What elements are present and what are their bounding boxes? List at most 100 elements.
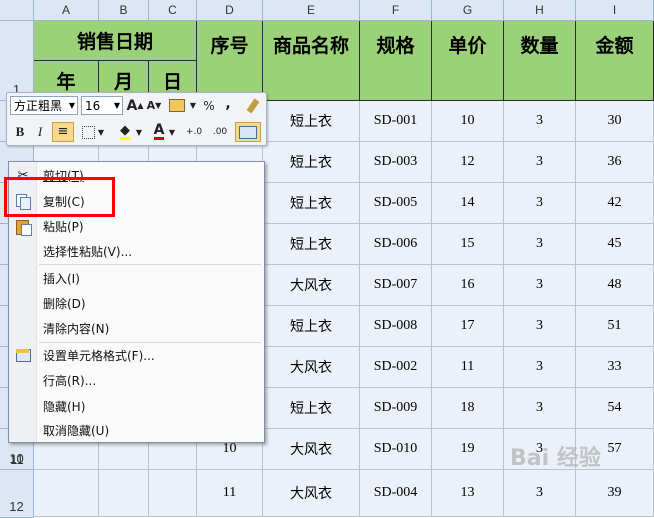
format-painter-button[interactable] [243,96,263,115]
cell-spec[interactable]: SD-007 [360,265,432,306]
percent-button[interactable]: % [200,96,218,115]
align-center-button[interactable]: ≡ [52,122,74,142]
cell-spec[interactable]: SD-005 [360,183,432,224]
menu-item-hide[interactable]: 隐藏(H) [9,394,264,418]
font-name-select[interactable]: 方正粗黑 ▼ [10,96,78,115]
header-qty[interactable]: 数量 [504,21,576,101]
menu-item-insert[interactable]: 插入(I) [9,266,264,290]
comma-button[interactable]: , [221,94,235,113]
menu-item-paste-special[interactable]: 选择性粘贴(V)... [9,239,264,263]
cell-qty[interactable]: 3 [504,224,576,265]
column-header-b[interactable]: B [99,0,149,21]
cell-product[interactable]: 短上衣 [263,224,360,265]
column-header-d[interactable]: D [197,0,263,21]
row-header-1[interactable]: 1 [0,21,34,101]
cell-qty[interactable]: 3 [504,183,576,224]
cell-amount[interactable]: 48 [576,265,654,306]
cell-qty[interactable]: 3 [504,470,576,517]
cell-qty[interactable]: 3 [504,101,576,142]
bold-button[interactable]: B [11,122,29,142]
cell-spec[interactable]: SD-008 [360,306,432,347]
cell-price[interactable]: 13 [432,470,504,517]
cell-price[interactable]: 18 [432,388,504,429]
increase-decimal-button[interactable]: +.0 [182,122,206,142]
cell-spec[interactable]: SD-009 [360,388,432,429]
cell-product[interactable]: 大风衣 [263,265,360,306]
cell-amount[interactable]: 36 [576,142,654,183]
menu-item-format-cells[interactable]: 设置单元格格式(F)... [9,343,264,367]
header-product[interactable]: 商品名称 [263,21,360,101]
cell-qty[interactable]: 3 [504,265,576,306]
cell-amount[interactable]: 45 [576,224,654,265]
cell-product[interactable]: 短上衣 [263,388,360,429]
header-seq[interactable]: 序号 [197,21,263,101]
header-sale-date[interactable]: 销售日期 [34,21,197,61]
cell-price[interactable]: 12 [432,142,504,183]
cell-amount[interactable]: 51 [576,306,654,347]
cell-qty[interactable]: 3 [504,347,576,388]
cell-product[interactable]: 短上衣 [263,306,360,347]
cell-spec[interactable]: SD-001 [360,101,432,142]
cell-price[interactable]: 15 [432,224,504,265]
cell-price[interactable]: 14 [432,183,504,224]
select-all-corner[interactable] [0,0,34,21]
cell-spec[interactable]: SD-004 [360,470,432,517]
cell-spec[interactable]: SD-006 [360,224,432,265]
cell-product[interactable]: 短上衣 [263,183,360,224]
cell-seq[interactable]: 11 [197,470,263,517]
fill-color-button[interactable]: ◆ [115,122,135,142]
decrease-decimal-button[interactable]: .00 [208,122,232,142]
column-header-f[interactable]: F [360,0,432,21]
column-header-c[interactable]: C [149,0,197,21]
cell-amount[interactable]: 54 [576,388,654,429]
accounting-format-button[interactable] [166,96,188,115]
menu-item-clear-contents[interactable]: 清除内容(N) [9,316,264,340]
cell-spec[interactable]: SD-003 [360,142,432,183]
grow-font-button[interactable]: A ▲ [126,96,144,115]
cell-product[interactable]: 大风衣 [263,470,360,517]
merge-center-button[interactable] [235,122,261,142]
cell-qty[interactable]: 3 [504,306,576,347]
chevron-down-icon[interactable]: ▼ [168,122,176,142]
header-unit-price[interactable]: 单价 [432,21,504,101]
column-header-i[interactable]: I [576,0,654,21]
cell-qty[interactable]: 3 [504,388,576,429]
row-header-12[interactable]: 12 [0,470,34,518]
cell-price[interactable]: 10 [432,101,504,142]
chevron-down-icon[interactable]: ▼ [189,96,197,115]
header-spec[interactable]: 规格 [360,21,432,101]
cell-qty[interactable]: 3 [504,142,576,183]
menu-item-paste[interactable]: 粘贴(P) [9,214,264,238]
font-size-select[interactable]: 16 ▼ [81,96,123,115]
cell-product[interactable]: 短上衣 [263,101,360,142]
menu-item-delete[interactable]: 删除(D) [9,291,264,315]
font-color-button[interactable]: A [150,122,168,142]
chevron-down-icon[interactable]: ▼ [97,122,105,142]
menu-item-unhide[interactable]: 取消隐藏(U) [9,418,264,442]
borders-button[interactable] [79,122,97,142]
chevron-down-icon[interactable]: ▼ [135,122,143,142]
cell-product[interactable]: 大风衣 [263,347,360,388]
cell-amount[interactable]: 42 [576,183,654,224]
cell-price[interactable]: 19 [432,429,504,470]
cell-amount[interactable]: 30 [576,101,654,142]
cell-amount[interactable]: 39 [576,470,654,517]
cell-year[interactable] [34,470,99,517]
column-header-g[interactable]: G [432,0,504,21]
cell-amount[interactable]: 33 [576,347,654,388]
cell-day[interactable] [149,470,197,517]
cell-price[interactable]: 11 [432,347,504,388]
column-header-e[interactable]: E [263,0,360,21]
column-header-a[interactable]: A [34,0,99,21]
shrink-font-button[interactable]: A ▼ [145,96,163,115]
cell-price[interactable]: 16 [432,265,504,306]
cell-product[interactable]: 短上衣 [263,142,360,183]
cell-month[interactable] [99,470,149,517]
menu-item-row-height[interactable]: 行高(R)... [9,368,264,392]
italic-button[interactable]: I [31,122,49,142]
cell-product[interactable]: 大风衣 [263,429,360,470]
cell-spec[interactable]: SD-010 [360,429,432,470]
column-header-h[interactable]: H [504,0,576,21]
cell-spec[interactable]: SD-002 [360,347,432,388]
header-amount[interactable]: 金额 [576,21,654,101]
